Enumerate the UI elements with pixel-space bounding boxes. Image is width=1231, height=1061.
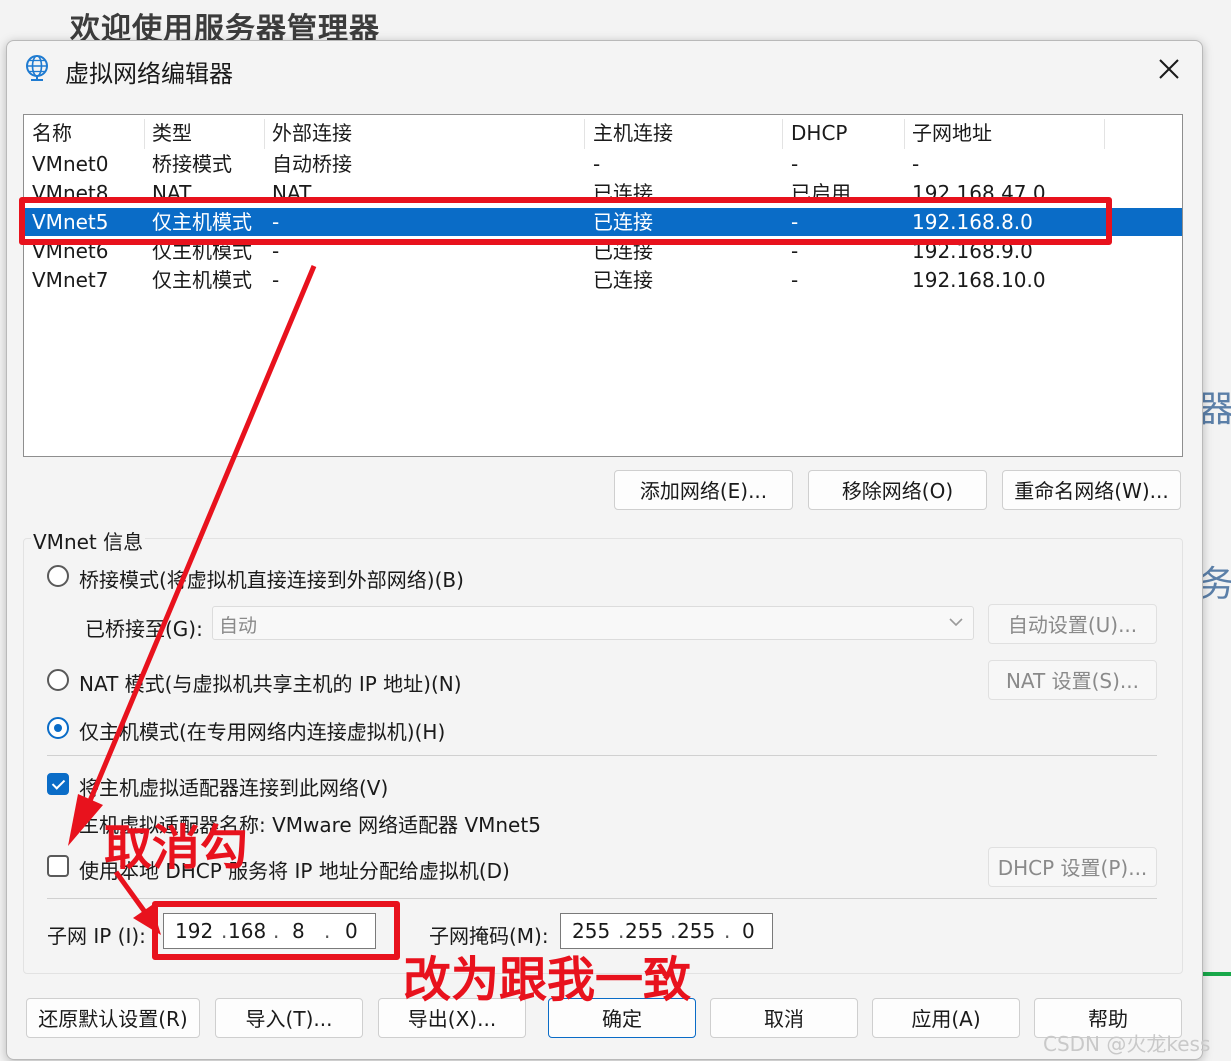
watermark: CSDN @火龙kess — [1043, 1032, 1211, 1056]
annotation-match: 改为跟我一致 — [403, 952, 692, 1008]
annotation-arrows — [68, 265, 317, 935]
annotation-uncheck: 取消勾 — [104, 820, 249, 876]
